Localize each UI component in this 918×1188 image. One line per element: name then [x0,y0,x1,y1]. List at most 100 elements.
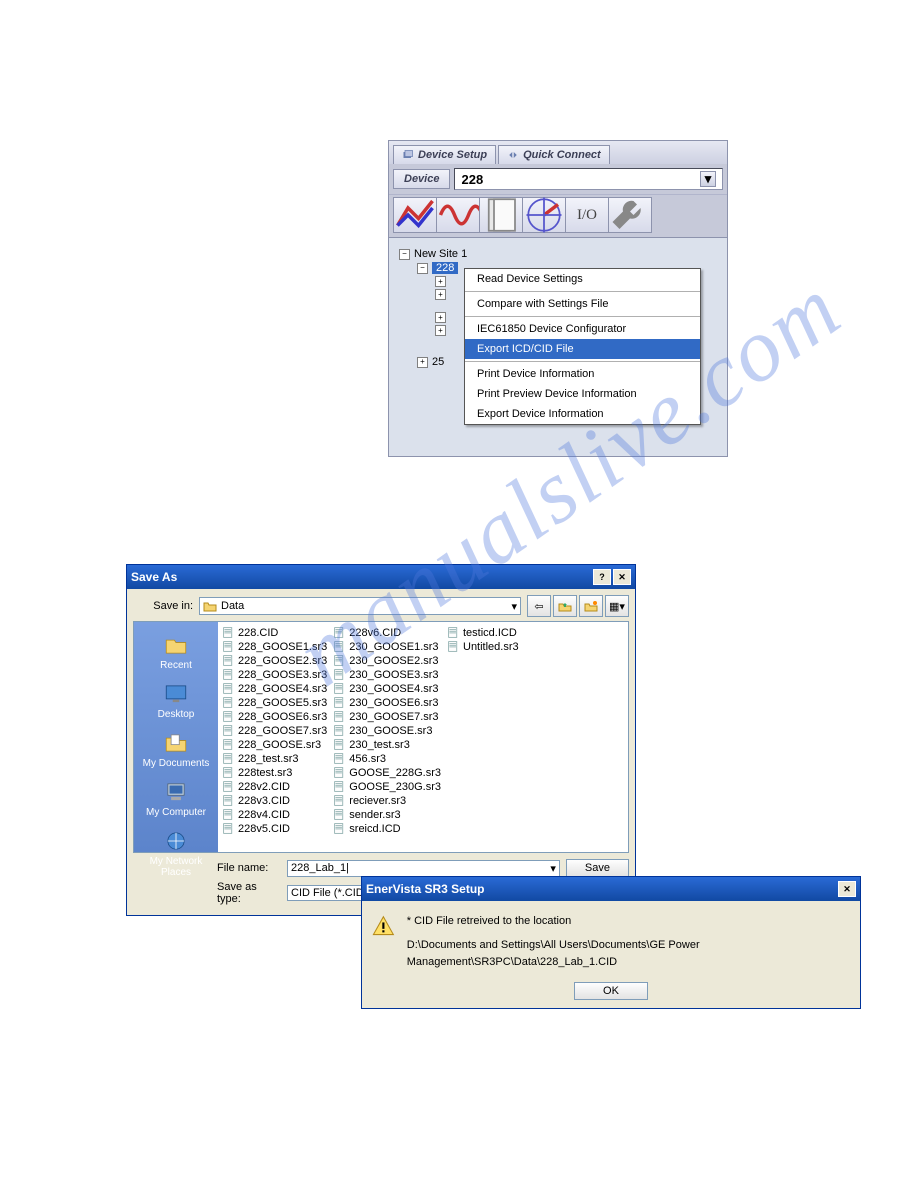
toolbtn-wrench[interactable] [608,197,652,233]
file-item[interactable]: reciever.sr3 [333,794,441,807]
file-item[interactable]: GOOSE_228G.sr3 [333,766,441,779]
mi-compare[interactable]: Compare with Settings File [465,294,700,314]
expand-icon[interactable]: + [435,276,446,287]
ok-button[interactable]: OK [574,982,648,1000]
device-selector[interactable]: 228 ▾ [454,168,723,190]
savein-selector[interactable]: Data ▾ [199,597,521,615]
toolbtn-radar[interactable] [522,197,566,233]
file-icon [333,794,346,807]
tree-last-label: 25 [432,356,444,368]
new-folder-icon [584,599,598,613]
file-item[interactable]: 228v6.CID [333,626,441,639]
tree-root-label: New Site 1 [414,248,467,260]
file-item[interactable]: 228_GOOSE1.sr3 [222,640,327,653]
place-documents[interactable]: My Documents [143,726,210,773]
mi-export-dev[interactable]: Export Device Information [465,404,700,424]
radar-icon [523,194,565,236]
toolbar-panel: Device Setup Quick Connect Device 228 ▾ … [388,140,728,457]
file-item[interactable]: 230_GOOSE6.sr3 [333,696,441,709]
file-item[interactable]: 228v2.CID [222,780,327,793]
nav-views-button[interactable]: ▦▾ [605,595,629,617]
chevron-down-icon[interactable]: ▾ [550,862,556,875]
save-button[interactable]: Save [566,859,629,877]
chart-icon [394,194,436,236]
expand-icon[interactable]: + [435,312,446,323]
toolbtn-wave[interactable] [436,197,480,233]
collapse-icon[interactable]: − [399,249,410,260]
file-item[interactable]: GOOSE_230G.sr3 [333,780,441,793]
file-icon [447,626,460,639]
context-menu: Read Device Settings Compare with Settin… [464,268,701,425]
file-item[interactable]: 230_GOOSE4.sr3 [333,682,441,695]
file-item[interactable]: 228v4.CID [222,808,327,821]
tree-root[interactable]: − New Site 1 [399,248,721,260]
file-item[interactable]: 230_GOOSE3.sr3 [333,668,441,681]
file-item[interactable]: testicd.ICD [447,626,519,639]
file-icon [222,654,235,667]
mi-export-icd[interactable]: Export ICD/CID File [465,339,700,359]
file-item[interactable]: 228_test.sr3 [222,752,327,765]
close-button[interactable]: ✕ [613,569,631,585]
nav-newfolder-button[interactable] [579,595,603,617]
file-item[interactable]: 228_GOOSE5.sr3 [222,696,327,709]
file-item[interactable]: sender.sr3 [333,808,441,821]
file-list[interactable]: 228.CID228_GOOSE1.sr3228_GOOSE2.sr3228_G… [218,622,628,852]
toolbar: I/O [389,194,727,238]
close-button[interactable]: ✕ [838,881,856,897]
menu-separator [465,361,700,362]
chevron-down-icon[interactable]: ▾ [511,600,517,613]
doc-icon [480,194,522,236]
file-item[interactable]: 228_GOOSE3.sr3 [222,668,327,681]
connect-icon [507,149,519,161]
expand-icon[interactable]: + [435,289,446,300]
place-desktop[interactable]: Desktop [158,677,195,724]
file-item[interactable]: 228_GOOSE2.sr3 [222,654,327,667]
file-item[interactable]: Untitled.sr3 [447,640,519,653]
menu-separator [465,316,700,317]
file-item[interactable]: 230_GOOSE7.sr3 [333,710,441,723]
place-recent[interactable]: Recent [160,628,192,675]
tab-device-setup[interactable]: Device Setup [393,145,496,164]
computer-icon [163,779,189,805]
save-as-dialog: Save As ? ✕ Save in: Data ▾ ⇦ ▦▾ [126,564,636,916]
place-network[interactable]: My Network Places [136,824,216,882]
file-item[interactable]: 228v5.CID [222,822,327,835]
collapse-icon[interactable]: − [417,263,428,274]
mi-iec[interactable]: IEC61850 Device Configurator [465,319,700,339]
device-value: 228 [461,172,483,187]
file-item[interactable]: 228test.sr3 [222,766,327,779]
savein-label: Save in: [133,600,193,612]
toolbtn-io[interactable]: I/O [565,197,609,233]
tab-label: Quick Connect [523,149,601,161]
file-item[interactable]: 228_GOOSE.sr3 [222,738,327,751]
expand-icon[interactable]: + [435,325,446,336]
nav-back-button[interactable]: ⇦ [527,595,551,617]
file-item[interactable]: 230_GOOSE2.sr3 [333,654,441,667]
file-item[interactable]: 230_GOOSE1.sr3 [333,640,441,653]
mi-preview[interactable]: Print Preview Device Information [465,384,700,404]
mi-read[interactable]: Read Device Settings [465,269,700,289]
mi-print[interactable]: Print Device Information [465,364,700,384]
file-item[interactable]: sreicd.ICD [333,822,441,835]
tab-quick-connect[interactable]: Quick Connect [498,145,610,164]
file-item[interactable]: 228_GOOSE6.sr3 [222,710,327,723]
file-item[interactable]: 456.sr3 [333,752,441,765]
file-icon [333,822,346,835]
file-icon [222,626,235,639]
file-item[interactable]: 228.CID [222,626,327,639]
file-item[interactable]: 228v3.CID [222,794,327,807]
expand-icon[interactable]: + [417,357,428,368]
file-item[interactable]: 230_GOOSE.sr3 [333,724,441,737]
file-item[interactable]: 230_test.sr3 [333,738,441,751]
toolbtn-chart[interactable] [393,197,437,233]
chevron-down-icon[interactable]: ▾ [700,171,716,187]
filename-input[interactable]: 228_Lab_1| ▾ [287,860,560,877]
file-item[interactable]: 228_GOOSE4.sr3 [222,682,327,695]
file-icon [222,682,235,695]
place-computer[interactable]: My Computer [146,775,206,822]
file-icon [333,654,346,667]
nav-up-button[interactable] [553,595,577,617]
toolbtn-doc[interactable] [479,197,523,233]
file-item[interactable]: 228_GOOSE7.sr3 [222,724,327,737]
help-button[interactable]: ? [593,569,611,585]
